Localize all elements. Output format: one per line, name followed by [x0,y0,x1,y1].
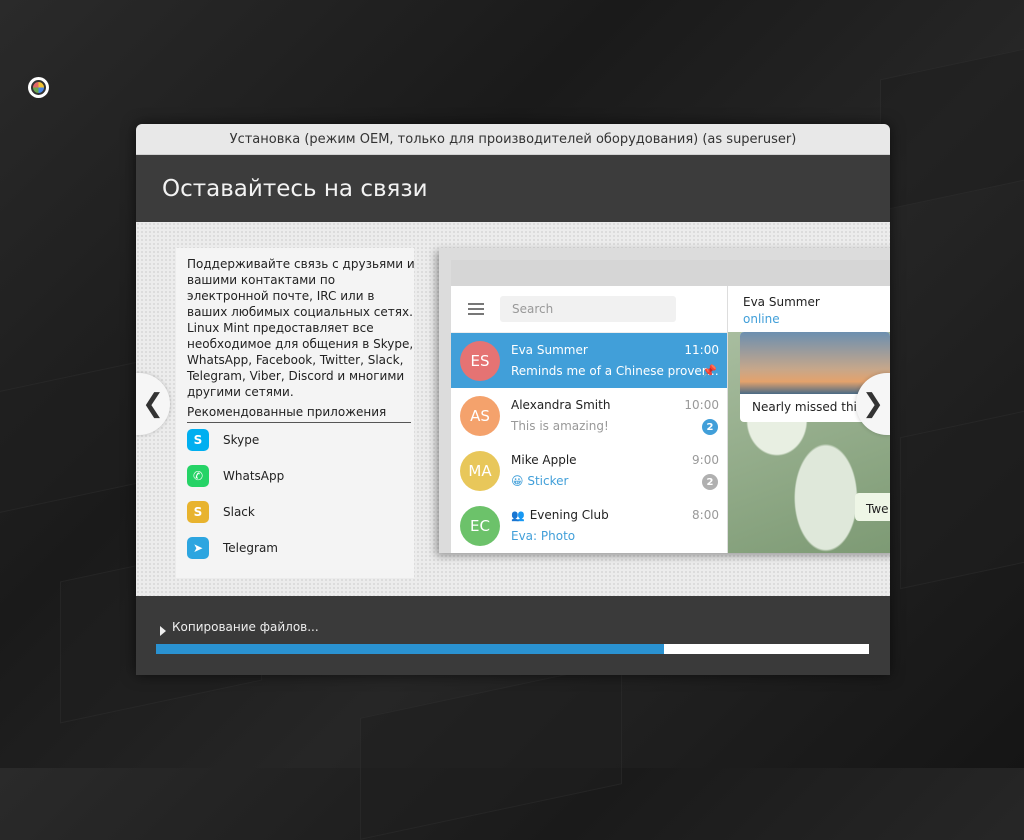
app-item-whatsapp: ✆ WhatsApp [187,465,284,487]
whatsapp-icon: ✆ [187,465,209,487]
slide-header: Оставайтесь на связи [136,155,890,222]
chat-time: 9:00 [692,453,719,467]
chevron-right-icon: ❯ [862,389,884,419]
group-icon: 👥 [511,509,525,522]
app-item-slack: S Slack [187,501,255,523]
chat-header-name: Eva Summer [743,295,820,309]
message-bubble: Twe [855,493,890,521]
background-tile [900,402,1024,590]
recommended-apps-title: Рекомендованные приложения [187,405,411,423]
previous-slide-button[interactable]: ❮ [136,373,170,435]
mock-search-row: Search [451,286,727,333]
background-tile [360,662,622,840]
app-item-skype: S Skype [187,429,259,451]
app-name: Slack [223,505,255,519]
status-text: Копирование файлов... [172,619,319,634]
expander-triangle-icon [160,626,166,636]
chat-name-text: Evening Club [529,508,609,522]
menu-icon [468,303,484,315]
chat-name: Eva Summer [511,343,588,357]
avatar: ES [460,340,500,381]
chat-name: 👥 Evening Club [511,508,609,522]
chat-item: MA Mike Apple 9:00 😀 Sticker 2 [451,443,727,498]
background-tile [880,40,1024,212]
unread-badge: 2 [702,419,718,435]
window-title: Установка (режим OEM, только для произво… [229,131,797,147]
chat-time: 8:00 [692,508,719,522]
slide-title: Оставайтесь на связи [162,175,428,202]
status-expander[interactable]: Копирование файлов... [160,617,319,636]
slack-icon: S [187,501,209,523]
telegram-screenshot: Search ES Eva Summer 11:00 Reminds me of… [439,248,890,553]
avatar: AS [460,395,500,436]
chat-preview: Reminds me of a Chinese prover… [511,364,719,378]
install-progress-bar [156,644,869,654]
mock-chat-header: Eva Summer online [728,286,890,332]
mock-search-field: Search [500,296,676,322]
chat-preview: 😀 Sticker [511,474,569,488]
app-name: Telegram [223,541,278,555]
app-name: Skype [223,433,260,447]
slideshow: Поддерживайте связь с друзьями и вашими … [136,222,890,596]
telegram-icon: ➤ [187,537,209,559]
app-item-telegram: ➤ Telegram [187,537,278,559]
avatar: EC [460,505,500,546]
chat-time: 10:00 [684,398,719,412]
chat-header-status: online [743,312,780,326]
chat-time: 11:00 [684,343,719,357]
info-panel: Поддерживайте связь с друзьями и вашими … [176,248,415,578]
chat-item: ES Eva Summer 11:00 Reminds me of a Chin… [451,333,727,388]
chat-name: Mike Apple [511,453,577,467]
chat-preview: Eva: Photo [511,529,576,543]
progress-fill [156,644,664,654]
chevron-left-icon: ❮ [142,389,164,419]
progress-footer: Копирование файлов... [136,596,890,675]
mock-titlebar [451,260,890,286]
chat-name: Alexandra Smith [511,398,611,412]
mock-body: Search ES Eva Summer 11:00 Reminds me of… [451,286,890,553]
pin-icon: 📌 [702,364,717,378]
chat-item: EC 👥 Evening Club 8:00 Eva: Photo [451,498,727,553]
window-titlebar[interactable]: Установка (режим OEM, только для произво… [136,124,890,155]
skype-icon: S [187,429,209,451]
slide-description: Поддерживайте связь с друзьями и вашими … [187,257,415,399]
app-name: WhatsApp [223,469,285,483]
installer-window: Установка (режим OEM, только для произво… [136,124,890,675]
mock-chat-list: Search ES Eva Summer 11:00 Reminds me of… [451,286,728,553]
unread-badge: 2 [702,474,718,490]
background-tile [0,360,142,522]
chat-item: AS Alexandra Smith 10:00 This is amazing… [451,388,727,443]
chat-preview: This is amazing! [511,419,609,433]
avatar: MA [460,450,500,491]
installer-desktop-icon[interactable] [28,77,49,98]
